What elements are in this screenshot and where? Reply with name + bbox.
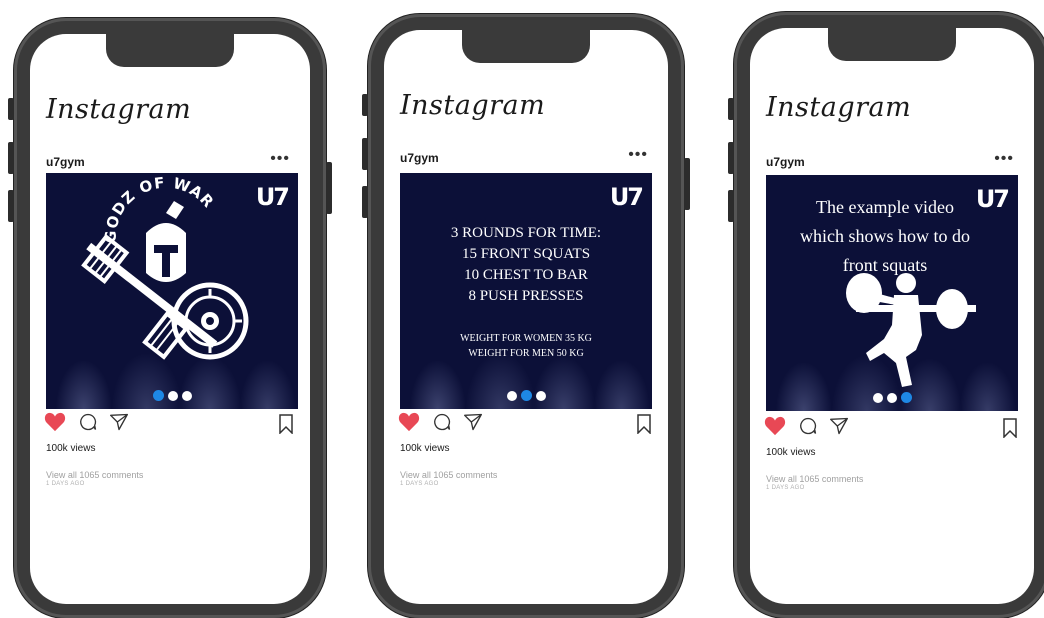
side-button	[728, 190, 734, 222]
carousel-dot[interactable]	[181, 390, 192, 401]
comment-icon[interactable]	[797, 416, 819, 436]
carousel-dot[interactable]	[167, 390, 178, 401]
godz-of-war-logo: GODZ OF WAR	[81, 174, 249, 360]
side-button	[728, 98, 734, 120]
comment-icon[interactable]	[431, 412, 453, 432]
post-image[interactable]: U7 3 ROUNDS FOR TIME: 15 FRONT SQUATS 10…	[400, 173, 652, 409]
side-button	[362, 186, 368, 218]
carousel-dot[interactable]	[872, 392, 883, 403]
side-button	[728, 142, 734, 174]
phone-mockup-1: Instagram u7gym ••• U7 GODZ OF WAR 100k …	[8, 18, 332, 618]
phone-notch	[106, 34, 234, 67]
view-comments-link[interactable]: View all 1065 comments	[46, 470, 143, 480]
side-button	[362, 138, 368, 170]
more-options-icon[interactable]: •••	[628, 147, 648, 163]
view-comments-link[interactable]: View all 1065 comments	[766, 474, 863, 484]
carousel-dot[interactable]	[886, 392, 897, 403]
carousel-dots	[46, 387, 298, 405]
instagram-logo: Instagram	[766, 92, 912, 123]
share-icon[interactable]	[828, 416, 850, 436]
weight-line: WEIGHT FOR WOMEN 35 KG	[460, 333, 592, 344]
post-actions	[398, 412, 658, 434]
view-count: 100k views	[400, 443, 450, 454]
side-button	[8, 98, 14, 120]
weight-line: WEIGHT FOR MEN 50 KG	[468, 348, 584, 359]
post-time-ago: 1 DAYS AGO	[46, 481, 85, 487]
post-time-ago: 1 DAYS AGO	[766, 485, 805, 491]
carousel-dots	[766, 389, 1018, 407]
workout-line: 3 ROUNDS FOR TIME:	[450, 225, 602, 241]
bookmark-icon[interactable]	[636, 414, 652, 434]
view-comments-link[interactable]: View all 1065 comments	[400, 470, 497, 480]
comment-icon[interactable]	[77, 412, 99, 432]
phone-notch	[462, 30, 590, 63]
more-options-icon[interactable]: •••	[270, 151, 290, 167]
side-button	[326, 162, 332, 214]
carousel-dot-active[interactable]	[520, 390, 532, 402]
carousel-dot-active[interactable]	[900, 392, 912, 404]
workout-line: 10 CHEST TO BAR	[464, 267, 588, 283]
carousel-dot[interactable]	[506, 390, 517, 401]
workout-text: 3 ROUNDS FOR TIME: 15 FRONT SQUATS 10 CH…	[400, 223, 652, 307]
post-username[interactable]: u7gym	[46, 155, 85, 169]
phone-mockup-3: Instagram u7gym ••• U7 The example video…	[728, 12, 1044, 618]
post-actions	[764, 416, 1024, 438]
post-username[interactable]: u7gym	[400, 151, 439, 165]
bookmark-icon[interactable]	[1002, 418, 1018, 438]
side-button	[362, 94, 368, 116]
view-count: 100k views	[46, 443, 96, 454]
phone-screen: Instagram u7gym ••• U7 GODZ OF WAR 100k …	[30, 34, 310, 604]
post-username[interactable]: u7gym	[766, 155, 805, 169]
instagram-logo: Instagram	[400, 90, 546, 121]
more-options-icon[interactable]: •••	[994, 151, 1014, 167]
phone-screen: Instagram u7gym ••• U7 3 ROUNDS FOR TIME…	[384, 30, 668, 604]
share-icon[interactable]	[108, 412, 130, 432]
side-button	[684, 158, 690, 210]
front-squat-figure	[846, 273, 976, 387]
heart-icon[interactable]	[398, 412, 420, 432]
carousel-dot-active[interactable]	[152, 390, 164, 402]
view-count: 100k views	[766, 447, 816, 458]
post-image[interactable]: U7 GODZ OF WAR	[46, 173, 298, 409]
bookmark-icon[interactable]	[278, 414, 294, 434]
carousel-dots	[400, 387, 652, 405]
phone-screen: Instagram u7gym ••• U7 The example video…	[750, 28, 1034, 604]
workout-line: 8 PUSH PRESSES	[468, 288, 584, 304]
post-actions	[44, 412, 304, 434]
heart-icon[interactable]	[44, 412, 66, 432]
heart-icon[interactable]	[764, 416, 786, 436]
share-icon[interactable]	[462, 412, 484, 432]
instagram-logo: Instagram	[46, 94, 192, 125]
weight-text: WEIGHT FOR WOMEN 35 KG WEIGHT FOR MEN 50…	[400, 331, 652, 361]
phone-notch	[828, 28, 956, 61]
post-image[interactable]: U7 The example video which shows how to …	[766, 175, 1018, 411]
phone-mockup-2: Instagram u7gym ••• U7 3 ROUNDS FOR TIME…	[362, 14, 690, 618]
post-time-ago: 1 DAYS AGO	[400, 481, 439, 487]
brand-mark: U7	[609, 183, 644, 211]
carousel-dot[interactable]	[535, 390, 546, 401]
workout-line: 15 FRONT SQUATS	[461, 246, 591, 262]
side-button	[8, 142, 14, 174]
side-button	[8, 190, 14, 222]
